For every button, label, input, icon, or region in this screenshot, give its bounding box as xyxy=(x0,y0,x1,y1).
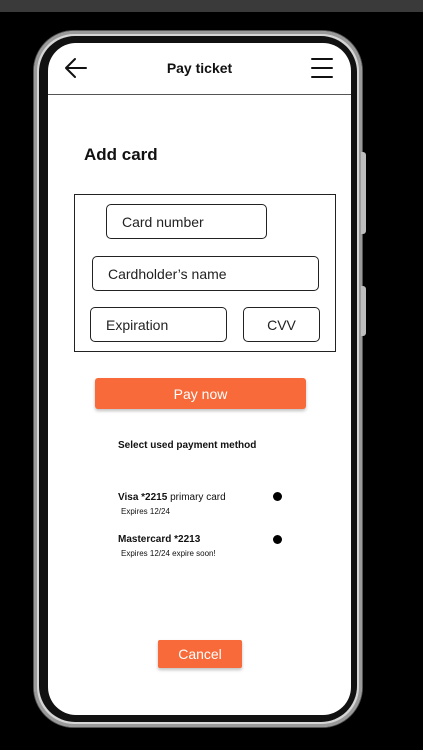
payment-method-item[interactable]: Mastercard *2213 Expires 12/24 expire so… xyxy=(118,534,318,558)
add-card-title: Add card xyxy=(84,145,158,164)
phone-volume-button xyxy=(361,152,366,234)
app-header: Pay ticket xyxy=(48,43,351,95)
card-number-input[interactable] xyxy=(106,204,267,239)
cancel-button[interactable]: Cancel xyxy=(158,640,242,668)
window-top-bar xyxy=(0,0,423,12)
cvv-input[interactable] xyxy=(243,307,320,342)
payment-method-name: Mastercard *2213 xyxy=(118,534,201,545)
payment-method-radio[interactable] xyxy=(273,492,282,501)
hamburger-menu-icon[interactable] xyxy=(310,56,334,80)
payment-method-heading: Select used payment method xyxy=(118,440,257,451)
phone-screen: Pay ticket Add card Pay now Select used … xyxy=(48,43,351,715)
payment-method-note: primary card xyxy=(167,492,226,503)
cardholder-name-input[interactable] xyxy=(92,256,319,291)
payment-method-expiry: Expires 12/24 expire soon! xyxy=(121,549,216,558)
payment-method-expiry: Expires 12/24 xyxy=(121,507,170,516)
pay-now-button[interactable]: Pay now xyxy=(95,378,306,409)
payment-method-radio[interactable] xyxy=(273,535,282,544)
expiration-input[interactable] xyxy=(90,307,227,342)
payment-method-item[interactable]: Visa *2215 primary card Expires 12/24 xyxy=(118,492,318,516)
phone-power-button xyxy=(361,286,366,336)
payment-method-name: Visa *2215 xyxy=(118,492,168,503)
page-title: Pay ticket xyxy=(166,60,233,76)
